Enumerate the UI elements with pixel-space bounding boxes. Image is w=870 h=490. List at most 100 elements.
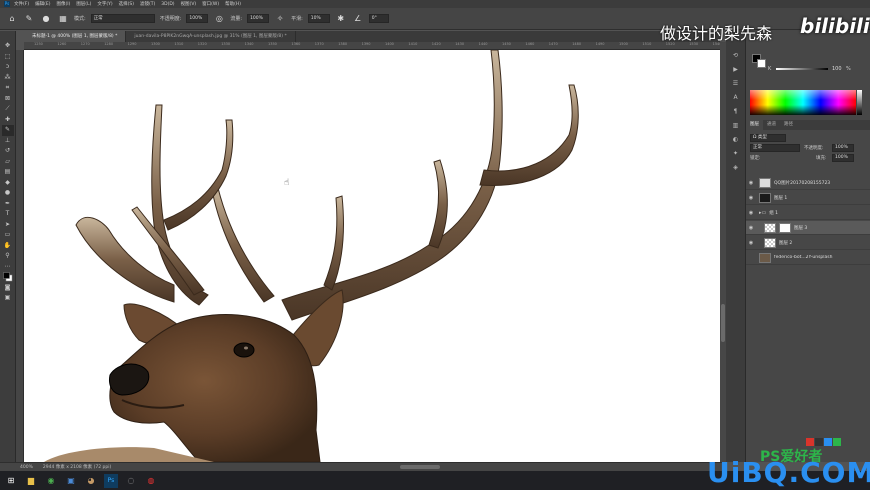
file-explorer-icon[interactable]: ▆ [24, 474, 38, 488]
pressure-opacity-icon[interactable]: ◎ [213, 13, 225, 25]
angle-field[interactable]: 0° [368, 14, 389, 23]
menu-layer[interactable]: 图层(L) [76, 1, 91, 7]
tab-untitled-1[interactable]: 未标题-1 @ 400% (图层 1, 图层蒙版/8) * [24, 31, 127, 42]
desktop-icon[interactable]: ▣ [64, 474, 78, 488]
marquee-tool-icon[interactable]: ⬚ [2, 52, 14, 63]
k-value[interactable]: 100 [832, 66, 842, 72]
quick-select-tool-icon[interactable]: ⁂ [2, 73, 14, 84]
menu-3d[interactable]: 3D(D) [161, 2, 174, 7]
paragraph-panel-icon[interactable]: ¶ [730, 106, 742, 117]
smoothing-field[interactable]: 10% [307, 14, 330, 23]
menu-image[interactable]: 图像(I) [56, 1, 70, 7]
brush-size-picker-icon[interactable]: ● [40, 13, 52, 25]
healing-brush-tool-icon[interactable]: ✚ [2, 115, 14, 126]
layer-row-layer-2[interactable]: ◉ 图层 2 [746, 236, 870, 250]
gradient-tool-icon[interactable]: ▤ [2, 167, 14, 178]
history-brush-tool-icon[interactable]: ↺ [2, 146, 14, 157]
menu-type[interactable]: 文字(Y) [97, 1, 112, 7]
k-slider[interactable] [776, 68, 828, 70]
horizontal-ruler: 1250 1260 1270 1280 1290 1300 1310 1320 1330 1340… [24, 42, 720, 50]
lasso-tool-icon[interactable]: ↄ [2, 62, 14, 73]
path-select-tool-icon[interactable]: ➤ [2, 220, 14, 231]
layer-filter-select[interactable]: Ω 类型 [750, 134, 786, 142]
brush-tool-preset-icon[interactable]: ✎ [23, 13, 35, 25]
layer-row-layer-3[interactable]: ◉ 图层 3 [746, 221, 870, 235]
eyedropper-tool-icon[interactable]: ⟋ [2, 104, 14, 115]
frame-tool-icon[interactable]: ⊠ [2, 94, 14, 105]
windows-start-icon[interactable]: ⊞ [4, 474, 18, 488]
menu-file[interactable]: 文件(F) [14, 1, 29, 7]
actions-panel-icon[interactable]: ▶ [730, 64, 742, 75]
layer-row-group-1[interactable]: ◉ ▸▭ 组 1 [746, 206, 870, 220]
adjustments-panel-icon[interactable]: ◐ [730, 134, 742, 145]
zoom-level[interactable]: 400% [20, 465, 33, 470]
menu-edit[interactable]: 编辑(E) [35, 1, 50, 7]
document-info[interactable]: 2944 像素 x 2108 像素 (72 ppi) [43, 464, 111, 470]
move-tool-icon[interactable]: ✥ [2, 41, 14, 52]
visibility-eye-icon[interactable]: ◉ [746, 195, 756, 201]
menu-filter[interactable]: 滤镜(T) [140, 1, 155, 7]
angle-icon[interactable]: ∠ [352, 13, 364, 25]
eraser-tool-icon[interactable]: ▱ [2, 157, 14, 168]
history-panel-icon[interactable]: ⟲ [730, 50, 742, 61]
layers-panel-icon[interactable]: ◈ [730, 162, 742, 173]
chrome-icon[interactable]: ◉ [44, 474, 58, 488]
horizontal-scroll-thumb[interactable] [400, 465, 440, 469]
menu-help[interactable]: 帮助(H) [225, 1, 241, 7]
black-white-ramp[interactable] [857, 90, 862, 115]
clone-stamp-tool-icon[interactable]: ⊥ [2, 136, 14, 147]
layer-row-qq[interactable]: ◉ QQ图片20170208155723 [746, 176, 870, 190]
mode-select[interactable]: 正常 [90, 14, 155, 23]
quick-mask-icon[interactable]: ◙ [2, 283, 14, 294]
character-panel-icon[interactable]: A [730, 92, 742, 103]
hand-tool-icon[interactable]: ✋ [2, 241, 14, 252]
layer-mask-thumbnail[interactable] [779, 222, 791, 233]
menu-select[interactable]: 选择(S) [119, 1, 134, 7]
brush-settings-panel-icon[interactable]: ▦ [57, 13, 69, 25]
tab-channels[interactable]: 通道 [763, 120, 780, 130]
more-tools-icon[interactable]: ⋯ [2, 262, 14, 273]
layer-opacity-field[interactable]: 100% [832, 144, 854, 152]
color-spectrum[interactable] [750, 90, 856, 115]
visibility-eye-icon[interactable]: ◉ [746, 225, 756, 231]
tab-paths[interactable]: 路径 [780, 120, 797, 130]
zoom-tool-icon[interactable]: ⚲ [2, 251, 14, 262]
visibility-eye-icon[interactable]: ◉ [746, 240, 756, 246]
menu-view[interactable]: 视图(V) [181, 1, 197, 7]
tab-juan-davila[interactable]: juan-davila-P8PlK2nGwqA-unsplash.jpg @ 3… [126, 31, 296, 42]
blur-tool-icon[interactable]: ◆ [2, 178, 14, 189]
layer-row-layer-1[interactable]: ◉ 图层 1 [746, 191, 870, 205]
type-tool-icon[interactable]: T [2, 209, 14, 220]
menu-window[interactable]: 窗口(W) [202, 1, 219, 7]
foreground-background-color-icon[interactable] [2, 272, 14, 283]
recorder-icon[interactable]: ◍ [144, 474, 158, 488]
ruler-tick-label: 1250 [34, 42, 43, 46]
pen-tool-icon[interactable]: ✒ [2, 199, 14, 210]
document-canvas[interactable]: ☝ [24, 50, 720, 462]
screen-capture-icon[interactable]: ◌ [124, 474, 138, 488]
image-viewer-icon[interactable]: ◕ [84, 474, 98, 488]
photoshop-taskbar-icon[interactable]: Ps [104, 473, 118, 488]
crop-tool-icon[interactable]: ⌗ [2, 83, 14, 94]
airbrush-icon[interactable]: ✧ [274, 13, 286, 25]
brush-tool-icon[interactable]: ✎ [1, 125, 14, 136]
screen-mode-icon[interactable]: ▣ [2, 293, 14, 304]
gear-icon[interactable]: ✱ [335, 13, 347, 25]
flow-field[interactable]: 100% [247, 14, 270, 23]
libraries-panel-icon[interactable]: ▥ [730, 120, 742, 131]
tab-layers[interactable]: 图层 [746, 120, 763, 130]
layer-row-federico[interactable]: federico-bot...2Y-unsplash [746, 251, 870, 265]
photoshop-app-icon[interactable]: Ps [4, 1, 10, 7]
visibility-eye-icon[interactable]: ◉ [746, 180, 756, 186]
blend-mode-select[interactable]: 正常 [750, 144, 800, 152]
home-icon[interactable]: ⌂ [6, 13, 18, 25]
vertical-scroll-thumb[interactable] [721, 304, 725, 342]
background-color-swatch[interactable] [757, 59, 766, 68]
opacity-field[interactable]: 100% [186, 14, 209, 23]
visibility-eye-icon[interactable]: ◉ [746, 210, 756, 216]
properties-panel-icon[interactable]: ☰ [730, 78, 742, 89]
styles-panel-icon[interactable]: ✦ [730, 148, 742, 159]
fill-field[interactable]: 100% [832, 154, 854, 162]
shape-tool-icon[interactable]: ▭ [2, 230, 14, 241]
dodge-tool-icon[interactable]: ● [2, 188, 14, 199]
